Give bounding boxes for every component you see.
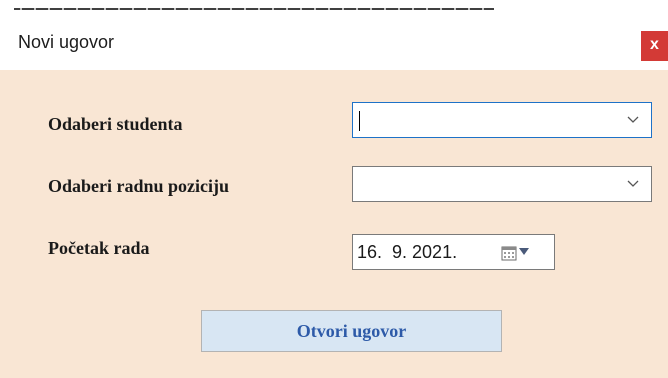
- student-combobox[interactable]: [352, 102, 652, 138]
- start-date-picker[interactable]: 16. 9. 2021.: [352, 234, 555, 270]
- chevron-down-icon[interactable]: [627, 113, 639, 125]
- title-bar: Novi ugovor x: [0, 18, 668, 70]
- window-title: Novi ugovor: [18, 32, 115, 52]
- form-panel: Odaberi studenta Odaberi radnu poziciju …: [0, 70, 668, 378]
- start-date-label: Početak rada: [48, 238, 150, 258]
- top-strip: [0, 0, 668, 10]
- triangle-down-icon[interactable]: [519, 248, 529, 256]
- student-label: Odaberi studenta: [48, 114, 183, 134]
- chevron-down-icon[interactable]: [627, 177, 639, 189]
- close-icon: x: [650, 36, 659, 53]
- close-button[interactable]: x: [641, 31, 668, 61]
- dialog-window: Novi ugovor x Odaberi studenta Odaberi r…: [0, 0, 668, 378]
- position-combobox[interactable]: [352, 166, 652, 202]
- position-label: Odaberi radnu poziciju: [48, 176, 230, 196]
- calendar-icon[interactable]: [501, 245, 517, 261]
- start-date-value[interactable]: 16. 9. 2021.: [357, 242, 457, 263]
- open-contract-button[interactable]: Otvori ugovor: [201, 310, 502, 352]
- top-border-line: [14, 8, 494, 10]
- text-caret: [359, 111, 360, 131]
